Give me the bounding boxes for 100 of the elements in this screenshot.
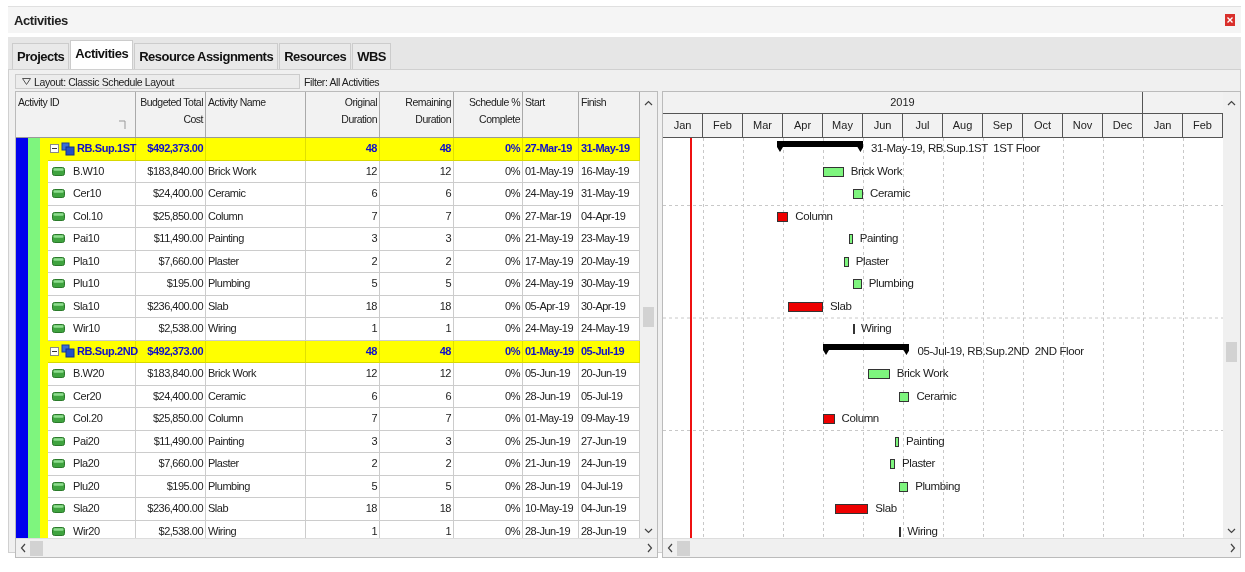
bar-label: Wiring	[860, 321, 892, 336]
column-header[interactable]: Original Duration	[306, 92, 380, 137]
tab[interactable]: Resources	[279, 43, 352, 69]
summary-row[interactable]: RB.Sup.2ND $492,373.00 48 48 0% 01-May-19 05-Jul-19	[48, 340, 640, 363]
activity-bar[interactable]	[823, 166, 844, 177]
collapse-icon[interactable]	[50, 346, 59, 356]
activity-bar[interactable]	[848, 234, 853, 244]
table-cell: 0%	[454, 205, 523, 228]
activity-bar[interactable]	[852, 189, 863, 199]
table-cell: $236,400.00	[136, 498, 206, 521]
activity-icon	[52, 414, 65, 424]
table-cell: 12	[380, 363, 454, 386]
activity-bar[interactable]	[852, 324, 855, 334]
activity-icon	[52, 526, 65, 536]
activity-icon	[52, 436, 65, 446]
activity-bar[interactable]	[899, 391, 910, 402]
table-cell: 18	[380, 295, 454, 318]
table-cell: 6	[306, 183, 380, 206]
vertical-scrollbar[interactable]	[1223, 92, 1240, 538]
tab[interactable]: Resource Assignments	[134, 43, 279, 69]
activity-bar[interactable]	[895, 436, 899, 447]
table-cell: Wiring	[206, 318, 306, 341]
column-header[interactable]: Remaining Duration	[380, 92, 454, 137]
scroll-up-icon[interactable]	[644, 100, 653, 106]
bar-label: Column	[795, 208, 833, 224]
scrollbar-thumb[interactable]	[643, 307, 654, 327]
collapse-icon[interactable]	[50, 144, 59, 154]
column-header[interactable]: Schedule % Complete	[454, 92, 523, 137]
table-cell: 2	[306, 453, 380, 476]
summary-bar[interactable]	[776, 141, 863, 152]
table-cell: 7	[380, 205, 454, 228]
table-cell: 6	[380, 183, 454, 206]
bar-label: Plumbing	[915, 478, 960, 494]
year-header: 2019	[663, 92, 1143, 113]
bar-label: Plumbing	[868, 276, 914, 291]
scrollbar-thumb[interactable]	[30, 540, 43, 556]
column-header[interactable]: Activity ID	[16, 92, 136, 137]
activity-bar[interactable]	[788, 301, 823, 312]
scroll-down-icon[interactable]	[644, 528, 653, 534]
table-cell: 01-May-19	[523, 408, 579, 431]
table-cell: Column	[206, 205, 306, 228]
table-cell: $183,840.00	[136, 160, 206, 183]
table-cell: 18	[306, 498, 380, 521]
column-header[interactable]: Start	[523, 92, 579, 137]
column-header[interactable]: Budgeted Total Cost	[136, 92, 206, 137]
table-cell: $7,660.00	[136, 453, 206, 476]
scrollbar-thumb[interactable]	[677, 540, 690, 556]
table-cell: 0%	[454, 498, 523, 521]
table-cell: 0%	[454, 340, 523, 363]
activity-icon	[52, 391, 65, 401]
activity-bar[interactable]	[834, 504, 869, 514]
month-header: Mar	[743, 114, 783, 137]
scroll-down-icon[interactable]	[1227, 528, 1236, 534]
table-cell: Plaster	[206, 250, 306, 273]
summary-bar[interactable]	[823, 343, 910, 355]
layout-dropdown[interactable]: Layout: Classic Schedule Layout	[15, 74, 300, 89]
table-cell: 24-May-19	[523, 318, 579, 341]
table-cell: 7	[306, 408, 380, 431]
scroll-right-icon[interactable]	[1230, 543, 1236, 553]
scroll-up-icon[interactable]	[1227, 100, 1236, 106]
activity-id: Sla20	[73, 501, 100, 517]
scroll-right-icon[interactable]	[647, 543, 653, 553]
table-cell: 48	[306, 340, 380, 363]
table-cell: 0%	[454, 475, 523, 498]
activity-bar[interactable]	[852, 279, 862, 289]
summary-row[interactable]: RB.Sup.1ST $492,373.00 48 48 0% 27-Mar-19 31-May-19	[48, 138, 640, 161]
scroll-left-icon[interactable]	[20, 543, 26, 553]
table-cell: Ceramic	[206, 183, 306, 206]
table-cell: Slab	[206, 295, 306, 318]
scrollbar-thumb[interactable]	[1226, 342, 1237, 362]
tab[interactable]: WBS	[352, 43, 391, 69]
month-header: Dec	[1103, 114, 1143, 137]
table-cell: 24-May-19	[523, 273, 579, 296]
table-cell: $25,850.00	[136, 408, 206, 431]
vertical-scrollbar[interactable]	[640, 92, 657, 538]
activity-id: RB.Sup.1ST	[77, 141, 136, 157]
close-icon[interactable]	[1225, 14, 1235, 26]
activity-bar[interactable]	[843, 256, 849, 267]
table-cell: $24,400.00	[136, 183, 206, 206]
horizontal-scrollbar[interactable]	[16, 538, 657, 557]
table-cell: 27-Mar-19	[523, 205, 579, 228]
month-header: Jun	[863, 114, 903, 137]
table-cell: Brick Work	[206, 160, 306, 183]
table-cell: 48	[380, 138, 454, 161]
activity-bar[interactable]	[889, 459, 895, 469]
table-cell: 05-Jun-19	[523, 363, 579, 386]
table-cell: 27-Mar-19	[523, 138, 579, 161]
horizontal-scrollbar[interactable]	[663, 538, 1240, 557]
bar-label: 05-Jul-19, RB.Sup.2ND 2ND Floor	[917, 343, 1084, 359]
wbs-icon	[61, 141, 75, 156]
activity-icon	[52, 234, 65, 244]
month-header: Feb	[703, 114, 743, 137]
scroll-left-icon[interactable]	[667, 543, 673, 553]
tab[interactable]: Activities	[70, 40, 134, 69]
activity-bar[interactable]	[776, 211, 789, 222]
column-header[interactable]: Activity Name	[206, 92, 306, 137]
activity-bar[interactable]	[868, 369, 890, 379]
activity-id: Cer10	[73, 186, 101, 202]
tab[interactable]: Projects	[12, 43, 70, 69]
activity-bar[interactable]	[899, 481, 909, 492]
